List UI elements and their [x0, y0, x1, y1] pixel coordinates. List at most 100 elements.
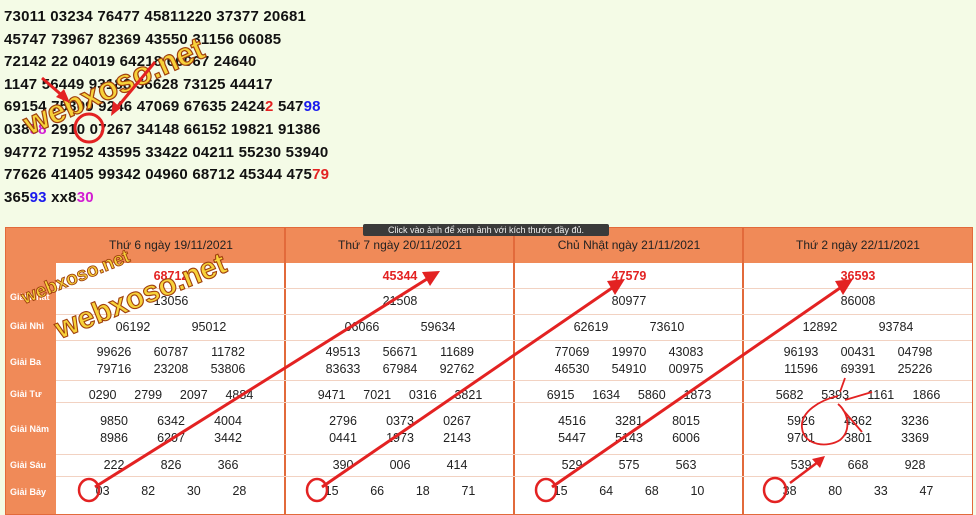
prize-cell: 5143: [615, 431, 643, 445]
prize-cell: 539: [790, 458, 812, 472]
prize-cell: 67984: [382, 362, 418, 376]
number-segment: 09 92: [76, 98, 116, 116]
number-segment: 77626 41405 99342 04960 68712 45344 475: [4, 166, 313, 184]
column-separator: [742, 228, 744, 514]
prize-cell: 28: [232, 484, 247, 498]
prize-cell: 95012: [191, 320, 227, 334]
prize-cell: 529: [561, 458, 583, 472]
prize-cell: 2143: [443, 431, 471, 445]
number-row: 94772 71952 43595 33422 04211 55230 5394…: [4, 142, 329, 165]
prize-cell: 62619: [573, 320, 609, 334]
prize-cell: 3236: [901, 414, 929, 428]
prize-cell: 60787: [153, 345, 189, 359]
prize-cell: 69391: [840, 362, 876, 376]
number-segment: 72142: [4, 53, 52, 71]
prize-cell: 9850: [100, 414, 128, 428]
number-row: 69154 75309 9246 47069 67635 24242 54798: [4, 96, 329, 119]
number-segment: 79: [312, 166, 330, 184]
number-segment: 07267 34148 66152 19821 91386: [85, 120, 321, 138]
prize-cell: 59634: [420, 320, 456, 334]
prize-cell: 56671: [382, 345, 418, 359]
prize-cell: 71: [461, 484, 476, 498]
number-segment: xx8: [46, 188, 77, 206]
prize-cell: 4362: [844, 414, 872, 428]
number-segment: 10: [68, 120, 86, 138]
prize-cell: 83633: [325, 362, 361, 376]
prize-cell: 73610: [649, 320, 685, 334]
number-segment: 94772 71952 43595 33422 04211 55230 5394…: [4, 143, 329, 161]
prize-cell: 6342: [157, 414, 185, 428]
row-divider: [56, 314, 972, 315]
prize-cell: 12892: [802, 320, 838, 334]
prize-cell: 54910: [611, 362, 647, 376]
row-label: Giải Nhì: [10, 321, 45, 331]
number-row: 77626 41405 99342 04960 68712 45344 4757…: [4, 164, 329, 187]
prize-cell: 2796: [329, 414, 357, 428]
prize-cell: 23208: [153, 362, 189, 376]
number-segment: 547: [273, 98, 304, 116]
prize-cell: 86008: [840, 294, 876, 308]
prize-cell: 1866: [912, 388, 941, 402]
prize-cell: 006: [389, 458, 411, 472]
prize-cell: 575: [618, 458, 640, 472]
prize-cell: 5447: [558, 431, 586, 445]
column-header: Thứ 6 ngày 19/11/2021: [109, 238, 233, 252]
prize-cell: 13056: [153, 294, 189, 308]
prize-cell: 563: [675, 458, 697, 472]
results-board[interactable]: Thứ 6 ngày 19/11/2021 Thứ 7 ngày 20/11/20…: [5, 227, 973, 515]
number-segment: 30: [76, 188, 94, 206]
row-label: Giải Năm: [10, 424, 50, 434]
prize-cell: 3281: [615, 414, 643, 428]
special-prize: 45344: [382, 269, 418, 283]
prize-cell: 928: [904, 458, 926, 472]
prize-cell: 4004: [214, 414, 242, 428]
prize-cell: 99626: [96, 345, 132, 359]
row-divider: [56, 476, 972, 477]
number-row: 73011 03234 76477 45811220 37377 20681: [4, 6, 329, 29]
prize-cell: 77069: [554, 345, 590, 359]
tooltip: Click vào ảnh để xem ảnh với kích thước …: [363, 224, 609, 236]
row-label: Giải Bảy: [10, 487, 47, 497]
number-segment: 1220 37377 20681: [177, 8, 307, 25]
prize-cell: 04798: [897, 345, 933, 359]
prize-cell: 668: [847, 458, 869, 472]
number-segment: 69 43550 31156 06085: [123, 30, 282, 48]
special-prize: 68712: [153, 269, 189, 283]
row-divider: [56, 380, 972, 381]
column-separator: [284, 228, 286, 514]
prize-cell: 11596: [784, 362, 818, 376]
prize-cell: 1873: [683, 388, 712, 402]
prize-cell: 92762: [439, 362, 475, 376]
prize-cell: 00431: [840, 345, 876, 359]
number-segment: 038: [4, 120, 30, 138]
prize-cell: 46530: [554, 362, 590, 376]
prize-cell: 25226: [897, 362, 933, 376]
prize-cell: 1973: [386, 431, 414, 445]
prize-cell: 93784: [878, 320, 914, 334]
prize-cell: 00975: [668, 362, 704, 376]
prize-cell: 19970: [611, 345, 647, 359]
numbers-block: 73011 03234 76477 45811220 37377 20681 45…: [4, 6, 329, 209]
prize-cell: 21508: [382, 294, 418, 308]
number-row: 03858 2910 07267 34148 66152 19821 91386: [4, 119, 329, 142]
prize-cell: 5926: [787, 414, 815, 428]
prize-cell: 0373: [386, 414, 414, 428]
column-separator: [513, 228, 515, 514]
prize-cell: 3821: [454, 388, 483, 402]
prize-cell: 47: [919, 484, 934, 498]
prize-cell: 3369: [901, 431, 929, 445]
prize-cell: 4884: [225, 388, 254, 402]
number-row: 45747 73967 82369 43550 31156 06085: [4, 29, 329, 52]
prize-cell: 0441: [329, 431, 357, 445]
prize-cell: 49513: [325, 345, 361, 359]
prize-cell: 8986: [100, 431, 128, 445]
number-segment: 45747 73967 823: [4, 30, 124, 48]
prize-cell: 11689: [440, 345, 474, 359]
column-header: Thứ 2 ngày 22/11/2021: [796, 238, 920, 252]
number-segment: 2: [265, 98, 274, 116]
number-segment: 73011 03234 76477 4581: [4, 8, 178, 25]
prize-cell: 06192: [115, 320, 151, 334]
number-segment: 29: [46, 120, 69, 138]
prize-cell: 390: [332, 458, 354, 472]
row-divider: [56, 402, 972, 403]
